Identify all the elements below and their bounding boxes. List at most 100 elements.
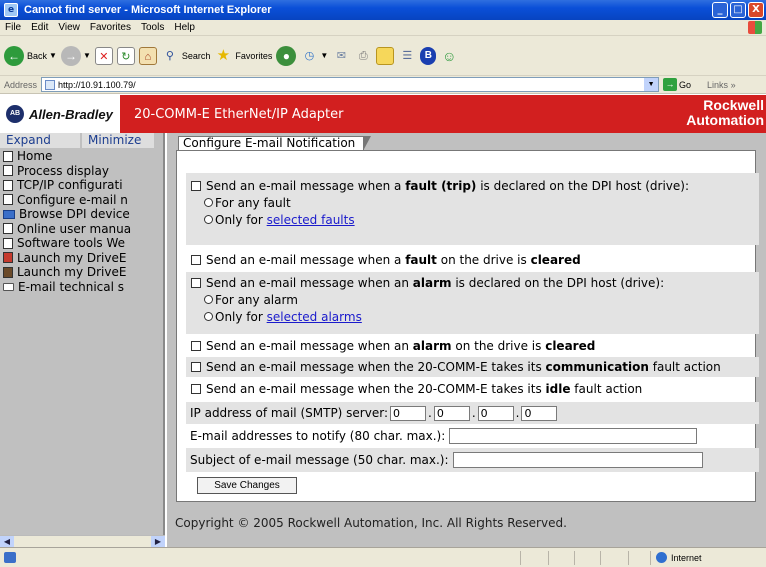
idle-fault-checkbox[interactable] <box>191 384 201 394</box>
idle-fault-row: Send an e-mail message when the 20-COMM-… <box>186 379 759 399</box>
forward-arrow-icon: → <box>60 45 81 66</box>
nav-label: Browse DPI device <box>19 207 130 222</box>
back-dropdown-icon[interactable]: ▼ <box>49 51 57 60</box>
media-button[interactable]: ● <box>276 45 297 66</box>
messenger-button[interactable]: ☺ <box>440 47 458 65</box>
smtp-octet-4[interactable]: 0 <box>521 405 558 421</box>
minimize-tab[interactable]: Minimize <box>82 133 154 148</box>
favorites-button[interactable]: ★ Favorites <box>214 46 273 65</box>
mail-icon: ✉ <box>336 49 346 62</box>
page-icon <box>3 194 13 206</box>
mail-button[interactable]: ✉ <box>332 47 350 65</box>
nav-item-tcpip-configuration[interactable]: TCP/IP configurati <box>0 178 163 193</box>
bluetooth-button[interactable]: B <box>420 46 437 65</box>
nav-label: Launch my DriveE <box>17 250 127 265</box>
save-changes-button[interactable]: Save Changes <box>197 477 297 494</box>
comm-fault-checkbox[interactable] <box>191 362 201 372</box>
minimize-button[interactable]: _ <box>712 2 728 18</box>
research-button[interactable]: ☰ <box>398 47 416 65</box>
history-dropdown-icon[interactable]: ▼ <box>320 51 328 60</box>
addresses-row: E-mail addresses to notify (80 char. max… <box>186 425 759 447</box>
nav-item-configure-email[interactable]: Configure e-mail n <box>0 193 163 208</box>
address-input[interactable]: http://10.91.100.79/ ▼ <box>41 77 660 92</box>
menu-file[interactable]: File <box>0 22 26 33</box>
nav-item-launch-driveexplorer[interactable]: Launch my DriveE <box>0 251 163 266</box>
status-divider <box>600 551 601 565</box>
fault-checkbox[interactable] <box>191 180 201 191</box>
fault-cleared-bold2: cleared <box>530 252 581 267</box>
tab-configure-email: Configure E-mail Notification <box>178 136 372 151</box>
selected-faults-link[interactable]: selected faults <box>267 213 355 227</box>
address-dropdown-icon[interactable]: ▼ <box>644 78 659 91</box>
refresh-button[interactable]: ↻ <box>116 46 135 65</box>
nav-item-online-manual[interactable]: Online user manua <box>0 222 163 237</box>
email-config-panel: Send an e-mail message when a fault (tri… <box>176 150 759 502</box>
nav-label: TCP/IP configurati <box>17 178 123 193</box>
nav-item-browse-dpi[interactable]: Browse DPI device <box>0 207 163 222</box>
stop-button[interactable]: ✕ <box>94 46 113 65</box>
menu-favorites[interactable]: Favorites <box>85 22 136 33</box>
home-button[interactable]: ⌂ <box>138 46 157 65</box>
scroll-left-icon[interactable]: ◀ <box>0 536 14 547</box>
nav-item-software-tools[interactable]: Software tools We <box>0 236 163 251</box>
links-button[interactable]: Links » <box>707 80 736 90</box>
page-icon <box>45 79 56 90</box>
nav-item-process-display[interactable]: Process display <box>0 164 163 179</box>
menu-help[interactable]: Help <box>169 22 200 33</box>
fault-any-option[interactable]: For any fault <box>186 194 759 211</box>
left-nav: Expand Minimize Home Process display TCP… <box>0 133 165 535</box>
subject-input[interactable] <box>452 452 703 468</box>
alarm-selected-radio[interactable] <box>204 312 213 321</box>
addresses-input[interactable] <box>449 428 698 444</box>
search-button[interactable]: ⚲ Search <box>161 47 211 65</box>
menu-tools[interactable]: Tools <box>136 22 169 33</box>
history-button[interactable]: ◷ ▼ <box>300 47 329 65</box>
status-divider <box>650 551 651 565</box>
scroll-right-icon[interactable]: ▶ <box>151 536 165 547</box>
alarm-any-label: For any alarm <box>215 292 298 307</box>
nav-item-launch-driveexecutive[interactable]: Launch my DriveE <box>0 265 163 280</box>
smtp-octet-1[interactable]: 0 <box>390 405 426 421</box>
alarm-any-radio[interactable] <box>204 295 213 304</box>
print-icon: ⎙ <box>358 49 368 62</box>
maximize-button[interactable]: □ <box>730 2 746 18</box>
print-button[interactable]: ⎙ <box>354 47 372 65</box>
addresses-label: E-mail addresses to notify (80 char. max… <box>190 429 446 443</box>
smtp-octet-3[interactable]: 0 <box>477 405 514 421</box>
edit-button[interactable] <box>376 46 395 65</box>
fault-cleared-text: Send an e-mail message when a fault on t… <box>206 253 581 267</box>
favorites-star-icon: ★ <box>216 46 231 64</box>
alarm-selected-option[interactable]: Only for selected alarms <box>186 308 759 325</box>
menu-view[interactable]: View <box>53 22 85 33</box>
fault-line: Send an e-mail message when a fault (tri… <box>186 177 759 194</box>
nav-item-email-support[interactable]: E-mail technical s <box>0 280 163 295</box>
fault-selected-radio[interactable] <box>204 215 213 224</box>
alarm-only-label: Only for <box>215 309 263 324</box>
close-button[interactable]: X <box>748 2 764 18</box>
media-icon: ● <box>276 45 297 66</box>
smtp-octet-2[interactable]: 0 <box>433 405 470 421</box>
go-button[interactable]: → Go <box>663 78 691 91</box>
forward-button[interactable]: → ▼ <box>60 45 91 66</box>
nav-horizontal-scrollbar[interactable]: ◀ ▶ <box>0 535 165 547</box>
alarm-cleared-checkbox[interactable] <box>191 340 201 351</box>
fault-cleared-checkbox[interactable] <box>191 254 201 265</box>
fault-any-radio[interactable] <box>204 198 213 207</box>
nav-tree: Home Process display TCP/IP configurati … <box>0 148 163 294</box>
fault-text-bold: fault (trip) <box>405 178 477 193</box>
smtp-row: IP address of mail (SMTP) server: 0 . 0 … <box>186 402 759 424</box>
menu-edit[interactable]: Edit <box>26 22 53 33</box>
selected-alarms-link[interactable]: selected alarms <box>267 310 362 324</box>
address-label: Address <box>4 79 38 90</box>
forward-dropdown-icon[interactable]: ▼ <box>83 51 91 60</box>
main-content: Configure E-mail Notification Send an e-… <box>167 133 766 547</box>
octet-sep-1: . <box>428 406 432 420</box>
nav-item-home[interactable]: Home <box>0 149 163 164</box>
back-button[interactable]: ← Back ▼ <box>4 45 57 66</box>
alarm-checkbox[interactable] <box>191 277 201 288</box>
refresh-icon: ↻ <box>116 46 135 65</box>
expand-tab[interactable]: Expand <box>0 133 80 148</box>
address-url[interactable]: http://10.91.100.79/ <box>58 80 644 90</box>
fault-selected-option[interactable]: Only for selected faults <box>186 211 759 228</box>
alarm-any-option[interactable]: For any alarm <box>186 291 759 308</box>
